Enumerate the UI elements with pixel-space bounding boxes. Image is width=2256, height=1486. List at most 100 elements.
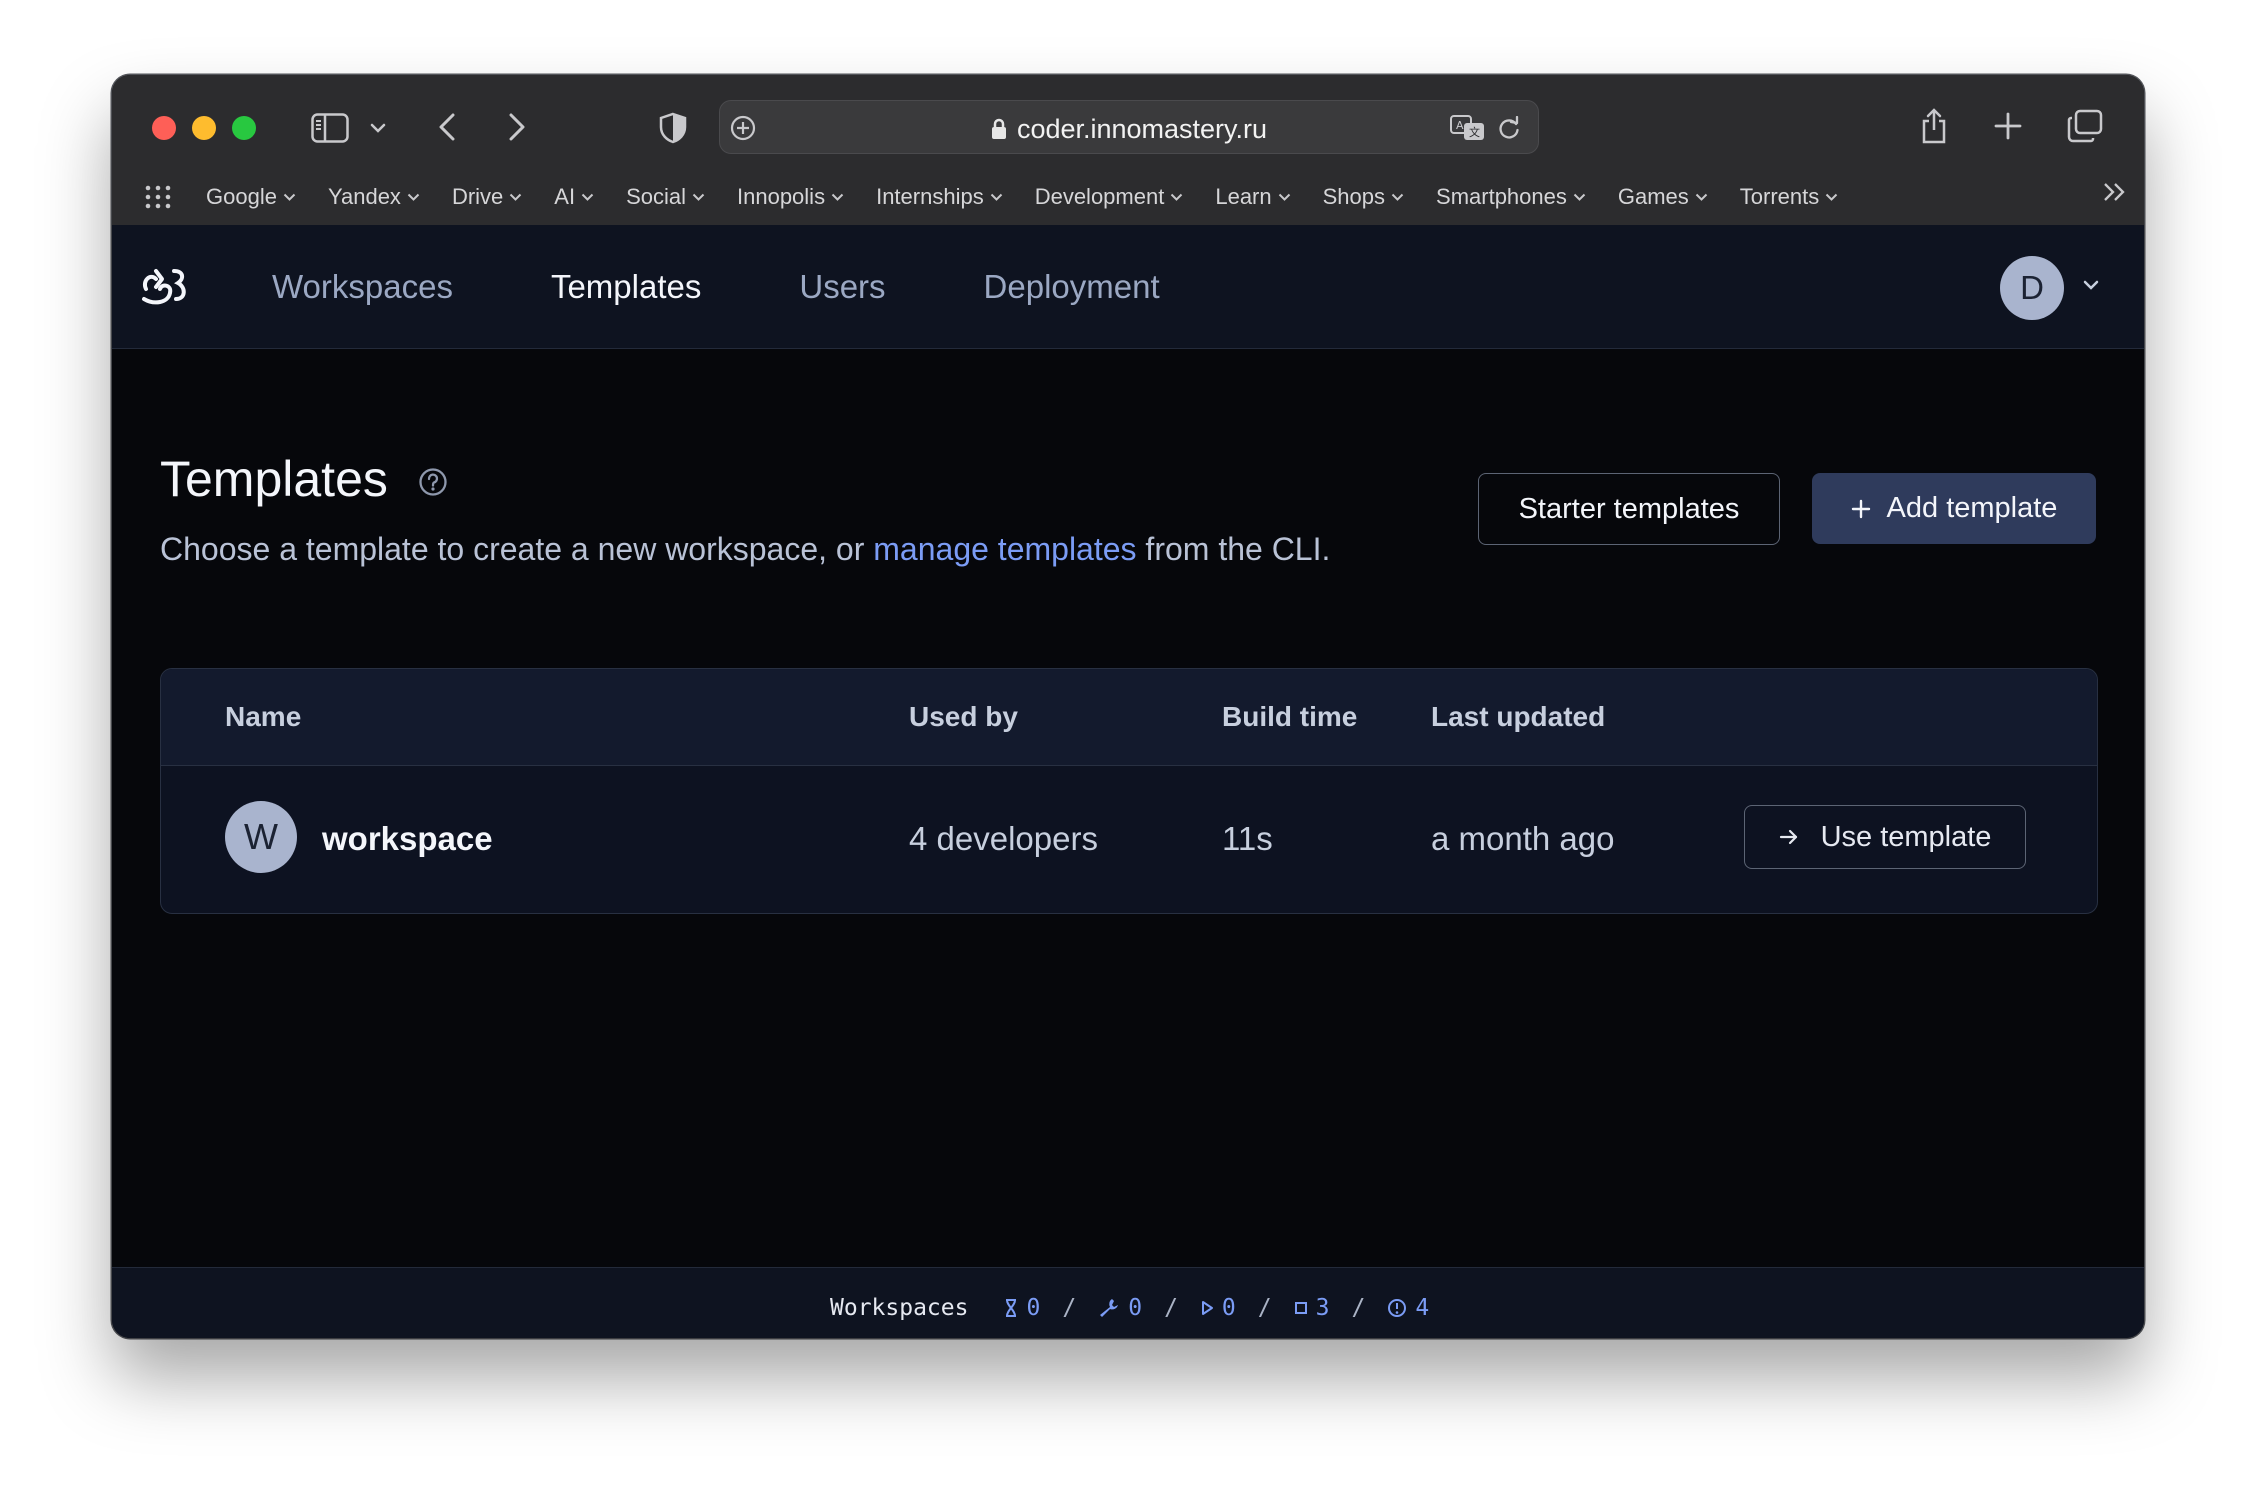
bookmark-label: Smartphones: [1436, 184, 1567, 209]
bookmark-folder-internships[interactable]: Internships: [876, 184, 1003, 210]
pending-value: 0: [1026, 1295, 1041, 1321]
close-window-button[interactable]: [152, 116, 176, 140]
plus-icon: [1851, 499, 1870, 518]
bookmark-label: Torrents: [1739, 184, 1820, 209]
starting-value: 0: [1128, 1295, 1143, 1321]
starter-templates-button[interactable]: Starter templates: [1478, 473, 1780, 545]
use-template-label: Use template: [1820, 820, 1992, 853]
bookmark-label: Internships: [876, 184, 984, 209]
template-build-time: 11s: [1222, 820, 1273, 857]
chevron-down-icon: [1695, 193, 1708, 201]
account-menu-chevron-icon[interactable]: [2082, 278, 2100, 296]
bookmark-folder-development[interactable]: Development: [1035, 184, 1184, 210]
stopped-count[interactable]: 3: [1294, 1295, 1330, 1321]
bookmark-label: AI: [554, 184, 576, 209]
subtitle-text-end: from the CLI.: [1136, 531, 1331, 567]
template-last-updated: a month ago: [1431, 820, 1615, 857]
template-used-by: 4 developers: [909, 820, 1098, 857]
chevron-down-icon: [692, 193, 705, 201]
chevron-down-icon: [990, 193, 1002, 201]
nav-workspaces[interactable]: Workspaces: [272, 268, 453, 306]
table-header: Name Used by Build time Last updated: [161, 669, 2097, 766]
bookmark-label: Development: [1034, 184, 1165, 209]
nav-users[interactable]: Users: [799, 268, 885, 306]
outdated-count[interactable]: 4: [1387, 1295, 1429, 1321]
separator: /: [1257, 1295, 1272, 1321]
column-header-used-by: Used by: [909, 701, 1018, 732]
help-icon[interactable]: [418, 467, 448, 502]
bookmark-label: Shops: [1322, 184, 1386, 209]
outdated-value: 4: [1415, 1295, 1430, 1321]
table-row[interactable]: W workspace 4 developers 11s a month ago…: [161, 765, 2097, 913]
starting-count[interactable]: 0: [1098, 1295, 1142, 1321]
subtitle-text: Choose a template to create a new worksp…: [160, 531, 874, 567]
nav-deployment[interactable]: Deployment: [984, 268, 1160, 306]
status-label: Workspaces: [830, 1295, 969, 1321]
bookmark-folder-games[interactable]: Games: [1618, 184, 1708, 210]
bookmark-label: Social: [626, 184, 686, 209]
info-icon: [1388, 1299, 1407, 1317]
bookmark-folder-learn[interactable]: Learn: [1215, 184, 1290, 210]
bookmark-folder-yandex[interactable]: Yandex: [328, 184, 420, 210]
add-template-button[interactable]: Add template: [1812, 473, 2096, 544]
template-name: workspace: [322, 820, 493, 857]
translate-icon[interactable]: A文: [1448, 113, 1488, 143]
privacy-shield-icon[interactable]: [656, 110, 690, 146]
app-navbar: Workspaces Templates Users Deployment: [112, 225, 2144, 349]
column-header-name: Name: [225, 701, 302, 732]
bookmark-folder-innopolis[interactable]: Innopolis: [737, 184, 844, 210]
separator: /: [1164, 1295, 1178, 1321]
chevron-down-icon: [1278, 193, 1290, 201]
coder-logo-icon[interactable]: [140, 265, 192, 312]
svg-text:A: A: [1456, 119, 1464, 132]
share-icon[interactable]: [1916, 105, 1952, 147]
zoom-window-button[interactable]: [232, 116, 256, 140]
nav-templates[interactable]: Templates: [551, 268, 701, 306]
bookmark-label: Drive: [451, 184, 504, 209]
chevron-down-icon: [1171, 193, 1183, 201]
bookmark-label: Innopolis: [737, 184, 826, 209]
separator: /: [1351, 1295, 1366, 1321]
main-nav: Workspaces Templates Users Deployment: [272, 225, 1258, 348]
bookmark-label: Yandex: [327, 184, 401, 209]
bookmark-folder-smartphones[interactable]: Smartphones: [1436, 184, 1586, 210]
chevron-down-icon: [1826, 193, 1838, 201]
forward-icon[interactable]: [502, 109, 532, 145]
column-header-last-updated: Last updated: [1431, 701, 1606, 732]
bookmark-label: Google: [206, 184, 277, 209]
separator: /: [1062, 1295, 1077, 1321]
back-icon[interactable]: [432, 109, 462, 145]
user-avatar[interactable]: D: [2000, 256, 2064, 320]
manage-templates-link[interactable]: manage templates: [873, 531, 1136, 567]
bookmark-label: Learn: [1215, 184, 1272, 209]
address-bar[interactable]: coder.innomastery.ru A文: [719, 100, 1539, 154]
bookmark-folders: Google Yandex Drive AI Social Innopolis …: [206, 184, 1870, 210]
new-tab-icon[interactable]: [1992, 110, 2024, 142]
apps-grid-icon[interactable]: [144, 183, 172, 216]
bookmark-folder-social[interactable]: Social: [626, 184, 705, 210]
minimize-window-button[interactable]: [192, 116, 216, 140]
bookmark-folder-torrents[interactable]: Torrents: [1740, 184, 1838, 210]
url-text: coder.innomastery.ru: [1016, 114, 1268, 144]
running-count[interactable]: 0: [1200, 1295, 1236, 1321]
url-display: coder.innomastery.ru: [720, 114, 1538, 147]
tab-overview-icon[interactable]: [2066, 108, 2104, 144]
use-template-button[interactable]: Use template: [1744, 805, 2026, 869]
window-controls: [152, 116, 256, 140]
bookmark-folder-ai[interactable]: AI: [554, 184, 594, 210]
more-bookmarks-icon[interactable]: [2102, 180, 2128, 209]
sidebar-toggle-icon[interactable]: [308, 111, 352, 145]
wrench-icon: [1100, 1299, 1119, 1317]
tab-group-chevron-icon[interactable]: [367, 117, 389, 139]
status-bar: Workspaces 0 / 0 / 0 / 3 / 4: [112, 1267, 2144, 1338]
workspace-stats: Workspaces 0 / 0 / 0 / 3 / 4: [830, 1295, 1429, 1321]
bookmark-folder-drive[interactable]: Drive: [452, 184, 522, 210]
page-subtitle: Choose a template to create a new worksp…: [160, 531, 1330, 568]
bookmark-folder-google[interactable]: Google: [206, 184, 296, 210]
reload-icon[interactable]: [1494, 113, 1524, 143]
chevron-down-icon: [1573, 193, 1586, 201]
stop-icon: [1294, 1302, 1307, 1314]
pending-count[interactable]: 0: [1004, 1295, 1040, 1321]
play-icon: [1201, 1301, 1213, 1315]
bookmark-folder-shops[interactable]: Shops: [1323, 184, 1404, 210]
